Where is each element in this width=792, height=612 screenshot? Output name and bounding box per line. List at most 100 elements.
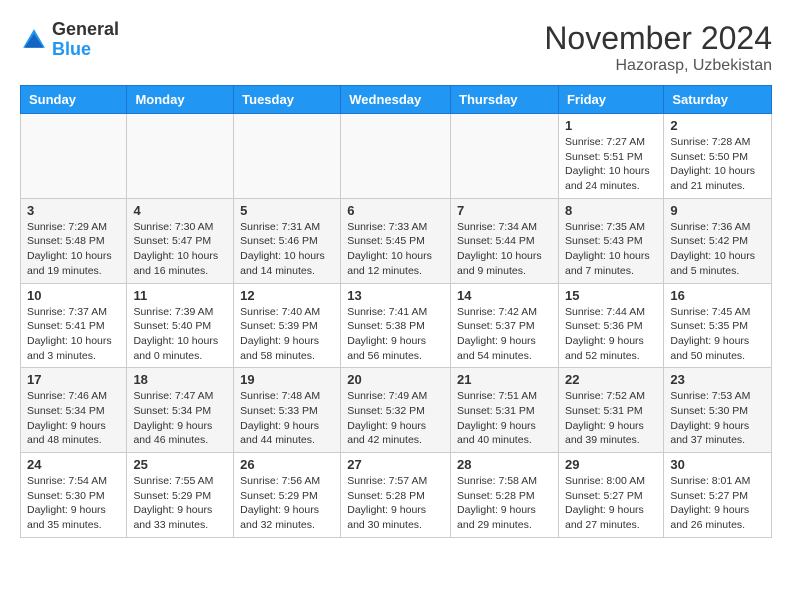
calendar-week-row: 3 Sunrise: 7:29 AM Sunset: 5:48 PM Daylig…: [21, 198, 772, 283]
calendar-cell: 21 Sunrise: 7:51 AM Sunset: 5:31 PM Dayli…: [451, 368, 559, 453]
day-number: 11: [133, 288, 227, 303]
day-number: 10: [27, 288, 120, 303]
day-info: Sunrise: 7:52 AM Sunset: 5:31 PM Dayligh…: [565, 389, 657, 448]
logo-blue: Blue: [52, 39, 91, 59]
logo-icon: [20, 26, 48, 54]
calendar-cell: [127, 114, 234, 199]
calendar-cell: 18Sunrise: 7:47 AM Sunset: 5:34 PM Dayli…: [127, 368, 234, 453]
day-info: Sunrise: 8:00 AM Sunset: 5:27 PM Dayligh…: [565, 474, 657, 533]
day-number: 13: [347, 288, 444, 303]
weekday-header: Tuesday: [234, 86, 341, 114]
weekday-header-row: SundayMondayTuesdayWednesdayThursdayFrid…: [21, 86, 772, 114]
weekday-header: Friday: [558, 86, 663, 114]
calendar-cell: 19 Sunrise: 7:48 AM Sunset: 5:33 PM Dayli…: [234, 368, 341, 453]
calendar-cell: 3 Sunrise: 7:29 AM Sunset: 5:48 PM Daylig…: [21, 198, 127, 283]
weekday-header: Thursday: [451, 86, 559, 114]
day-info: Sunrise: 7:28 AM Sunset: 5:50 PM Dayligh…: [670, 135, 765, 194]
calendar-cell: 12Sunrise: 7:40 AM Sunset: 5:39 PM Dayli…: [234, 283, 341, 368]
day-number: 2: [670, 118, 765, 133]
day-info: Sunrise: 7:33 AM Sunset: 5:45 PM Dayligh…: [347, 220, 444, 279]
location: Hazorasp, Uzbekistan: [544, 57, 772, 75]
day-number: 28: [457, 457, 552, 472]
day-info: Sunrise: 7:51 AM Sunset: 5:31 PM Dayligh…: [457, 389, 552, 448]
day-number: 7: [457, 203, 552, 218]
day-info: Sunrise: 7:48 AM Sunset: 5:33 PM Dayligh…: [240, 389, 334, 448]
day-info: Sunrise: 7:29 AM Sunset: 5:48 PM Dayligh…: [27, 220, 120, 279]
day-number: 4: [133, 203, 227, 218]
day-info: Sunrise: 7:35 AM Sunset: 5:43 PM Dayligh…: [565, 220, 657, 279]
calendar-cell: 2 Sunrise: 7:28 AM Sunset: 5:50 PM Daylig…: [664, 114, 772, 199]
month-title: November 2024: [544, 20, 772, 57]
day-info: Sunrise: 7:57 AM Sunset: 5:28 PM Dayligh…: [347, 474, 444, 533]
day-info: Sunrise: 7:27 AM Sunset: 5:51 PM Dayligh…: [565, 135, 657, 194]
calendar-cell: 27Sunrise: 7:57 AM Sunset: 5:28 PM Dayli…: [341, 453, 451, 538]
calendar-cell: 14 Sunrise: 7:42 AM Sunset: 5:37 PM Dayli…: [451, 283, 559, 368]
day-number: 1: [565, 118, 657, 133]
day-number: 23: [670, 372, 765, 387]
calendar-cell: 24Sunrise: 7:54 AM Sunset: 5:30 PM Dayli…: [21, 453, 127, 538]
calendar-cell: 17 Sunrise: 7:46 AM Sunset: 5:34 PM Dayli…: [21, 368, 127, 453]
day-info: Sunrise: 7:45 AM Sunset: 5:35 PM Dayligh…: [670, 305, 765, 364]
title-block: November 2024 Hazorasp, Uzbekistan: [544, 20, 772, 75]
calendar-cell: 30 Sunrise: 8:01 AM Sunset: 5:27 PM Dayli…: [664, 453, 772, 538]
weekday-header: Wednesday: [341, 86, 451, 114]
day-number: 26: [240, 457, 334, 472]
day-number: 16: [670, 288, 765, 303]
calendar-cell: 5Sunrise: 7:31 AM Sunset: 5:46 PM Daylig…: [234, 198, 341, 283]
day-number: 29: [565, 457, 657, 472]
day-number: 3: [27, 203, 120, 218]
weekday-header: Monday: [127, 86, 234, 114]
calendar-cell: 26Sunrise: 7:56 AM Sunset: 5:29 PM Dayli…: [234, 453, 341, 538]
day-number: 22: [565, 372, 657, 387]
day-info: Sunrise: 7:49 AM Sunset: 5:32 PM Dayligh…: [347, 389, 444, 448]
calendar-cell: 8 Sunrise: 7:35 AM Sunset: 5:43 PM Daylig…: [558, 198, 663, 283]
day-info: Sunrise: 7:31 AM Sunset: 5:46 PM Dayligh…: [240, 220, 334, 279]
day-info: Sunrise: 7:42 AM Sunset: 5:37 PM Dayligh…: [457, 305, 552, 364]
weekday-header: Sunday: [21, 86, 127, 114]
calendar-week-row: 17 Sunrise: 7:46 AM Sunset: 5:34 PM Dayli…: [21, 368, 772, 453]
day-info: Sunrise: 7:53 AM Sunset: 5:30 PM Dayligh…: [670, 389, 765, 448]
day-number: 19: [240, 372, 334, 387]
day-info: Sunrise: 7:58 AM Sunset: 5:28 PM Dayligh…: [457, 474, 552, 533]
day-info: Sunrise: 7:36 AM Sunset: 5:42 PM Dayligh…: [670, 220, 765, 279]
logo: General Blue: [20, 20, 119, 60]
calendar-cell: 6 Sunrise: 7:33 AM Sunset: 5:45 PM Daylig…: [341, 198, 451, 283]
day-number: 17: [27, 372, 120, 387]
calendar-cell: 13 Sunrise: 7:41 AM Sunset: 5:38 PM Dayli…: [341, 283, 451, 368]
day-info: Sunrise: 7:41 AM Sunset: 5:38 PM Dayligh…: [347, 305, 444, 364]
calendar-cell: 10 Sunrise: 7:37 AM Sunset: 5:41 PM Dayli…: [21, 283, 127, 368]
day-number: 30: [670, 457, 765, 472]
page-header: General Blue November 2024 Hazorasp, Uzb…: [20, 20, 772, 75]
day-number: 15: [565, 288, 657, 303]
day-info: Sunrise: 7:46 AM Sunset: 5:34 PM Dayligh…: [27, 389, 120, 448]
calendar-cell: 7 Sunrise: 7:34 AM Sunset: 5:44 PM Daylig…: [451, 198, 559, 283]
day-number: 6: [347, 203, 444, 218]
calendar-week-row: 10 Sunrise: 7:37 AM Sunset: 5:41 PM Dayli…: [21, 283, 772, 368]
calendar-cell: 20 Sunrise: 7:49 AM Sunset: 5:32 PM Dayli…: [341, 368, 451, 453]
weekday-header: Saturday: [664, 86, 772, 114]
day-number: 9: [670, 203, 765, 218]
calendar-cell: 11Sunrise: 7:39 AM Sunset: 5:40 PM Dayli…: [127, 283, 234, 368]
day-number: 8: [565, 203, 657, 218]
day-info: Sunrise: 8:01 AM Sunset: 5:27 PM Dayligh…: [670, 474, 765, 533]
calendar-cell: 25 Sunrise: 7:55 AM Sunset: 5:29 PM Dayli…: [127, 453, 234, 538]
day-info: Sunrise: 7:37 AM Sunset: 5:41 PM Dayligh…: [27, 305, 120, 364]
day-number: 24: [27, 457, 120, 472]
day-number: 25: [133, 457, 227, 472]
calendar-table: SundayMondayTuesdayWednesdayThursdayFrid…: [20, 85, 772, 538]
calendar-cell: [451, 114, 559, 199]
day-number: 12: [240, 288, 334, 303]
calendar-cell: 4Sunrise: 7:30 AM Sunset: 5:47 PM Daylig…: [127, 198, 234, 283]
day-number: 21: [457, 372, 552, 387]
day-number: 14: [457, 288, 552, 303]
calendar-cell: 16 Sunrise: 7:45 AM Sunset: 5:35 PM Dayli…: [664, 283, 772, 368]
calendar-cell: 28 Sunrise: 7:58 AM Sunset: 5:28 PM Dayli…: [451, 453, 559, 538]
logo-text: General Blue: [52, 20, 119, 60]
day-info: Sunrise: 7:34 AM Sunset: 5:44 PM Dayligh…: [457, 220, 552, 279]
day-info: Sunrise: 7:44 AM Sunset: 5:36 PM Dayligh…: [565, 305, 657, 364]
day-info: Sunrise: 7:55 AM Sunset: 5:29 PM Dayligh…: [133, 474, 227, 533]
day-number: 20: [347, 372, 444, 387]
calendar-cell: 22 Sunrise: 7:52 AM Sunset: 5:31 PM Dayli…: [558, 368, 663, 453]
calendar-cell: 15 Sunrise: 7:44 AM Sunset: 5:36 PM Dayli…: [558, 283, 663, 368]
calendar-cell: 9 Sunrise: 7:36 AM Sunset: 5:42 PM Daylig…: [664, 198, 772, 283]
